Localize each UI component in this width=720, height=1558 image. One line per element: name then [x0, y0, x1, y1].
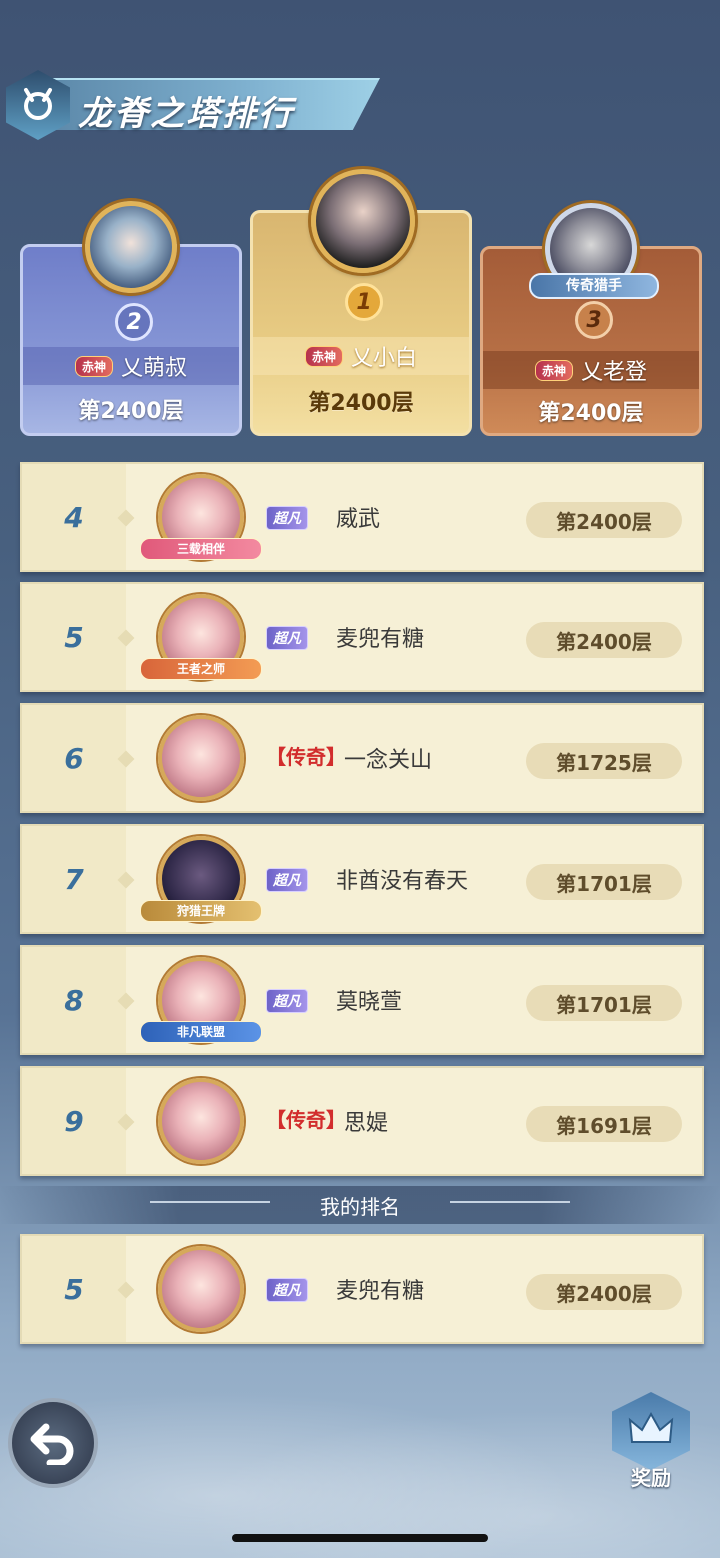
back-arrow-icon [30, 1423, 74, 1465]
player-name: 乂小白 [351, 346, 418, 371]
avatar[interactable] [85, 201, 177, 293]
floor-value: 第2400层 [308, 391, 414, 416]
rank-medal: 2 [115, 303, 153, 341]
list-item[interactable]: 6 【传奇】 一念关山 第1725层 [20, 703, 704, 813]
player-name: 乂萌叔 [121, 356, 188, 381]
list-item[interactable]: 7 狩猎王牌 超凡 非酋没有春天 第1701层 [20, 824, 704, 934]
floor-value: 第1691层 [526, 1106, 682, 1142]
tier-badge: 赤神 [534, 359, 573, 381]
podium-card-rank-2[interactable]: 2 赤神 乂萌叔 第2400层 [20, 201, 242, 436]
player-name: 莫晓萱 [336, 990, 403, 1015]
rank-number: 8 [64, 983, 84, 1017]
name-band: 赤神 乂小白 [253, 337, 469, 375]
tier-badge: 超凡 [266, 868, 308, 892]
tier-badge: 赤神 [74, 355, 113, 377]
rank-medal: 3 [575, 301, 613, 339]
list-item[interactable]: 4 三载相伴 超凡 威武 第2400层 [20, 462, 704, 572]
rank-number: 4 [64, 500, 84, 534]
floor-value: 第1701层 [526, 864, 682, 900]
player-name: 一念关山 [344, 748, 433, 773]
avatar-plate: 非凡联盟 [140, 1021, 262, 1043]
tier-badge: 超凡 [266, 1278, 308, 1302]
podium-card-rank-3[interactable]: 传奇猎手 3 赤神 乂老登 第2400层 [480, 203, 702, 436]
tier-badge: 【传奇】 [266, 745, 346, 769]
rank-number: 9 [64, 1104, 84, 1138]
tier-badge: 超凡 [266, 626, 308, 650]
rank-medal: 1 [345, 283, 383, 321]
floor-value: 第1701层 [526, 985, 682, 1021]
title-badge: 传奇猎手 [529, 273, 659, 299]
home-indicator[interactable] [232, 1534, 488, 1542]
avatar[interactable] [158, 1246, 244, 1332]
floor-value: 第2400层 [78, 399, 184, 424]
player-name: 麦兜有糖 [336, 627, 425, 652]
back-button[interactable] [8, 1398, 98, 1488]
player-name: 麦兜有糖 [336, 1279, 425, 1304]
my-rank-header: 我的排名 [0, 1186, 720, 1224]
name-band: 赤神 乂萌叔 [23, 347, 239, 385]
reward-button[interactable]: 奖励 [610, 1392, 692, 1490]
crown-icon [612, 1392, 690, 1470]
floor-value: 第1725层 [526, 743, 682, 779]
podium-card-rank-1[interactable]: 1 赤神 乂小白 第2400层 [250, 169, 472, 436]
tier-badge: 超凡 [266, 506, 308, 530]
player-name: 乂老登 [581, 360, 648, 385]
list-item[interactable]: 9 【传奇】 思媞 第1691层 [20, 1066, 704, 1176]
name-band: 赤神 乂老登 [483, 351, 699, 389]
rank-number: 7 [64, 862, 84, 896]
avatar-plate: 狩猎王牌 [140, 900, 262, 922]
floor-value: 第2400层 [526, 1274, 682, 1310]
floor-value: 第2400层 [526, 502, 682, 538]
avatar[interactable] [158, 1078, 244, 1164]
tier-badge: 赤神 [304, 345, 343, 367]
tier-badge: 【传奇】 [266, 1108, 346, 1132]
avatar[interactable] [311, 169, 415, 273]
avatar-plate: 王者之师 [140, 658, 262, 680]
divider [450, 1201, 570, 1203]
player-name: 非酋没有春天 [336, 869, 469, 894]
rank-number: 6 [64, 741, 84, 775]
divider [150, 1201, 270, 1203]
avatar-plate: 三载相伴 [140, 538, 262, 560]
list-item[interactable]: 5 王者之师 超凡 麦兜有糖 第2400层 [20, 582, 704, 692]
floor-value: 第2400层 [526, 622, 682, 658]
rank-number: 5 [64, 620, 84, 654]
my-rank-label: 我的排名 [320, 1194, 400, 1219]
reward-label: 奖励 [631, 1466, 671, 1490]
player-name: 思媞 [344, 1111, 389, 1136]
title-banner: 龙脊之塔排行 [0, 70, 390, 140]
list-item[interactable]: 8 非凡联盟 超凡 莫晓萱 第1701层 [20, 945, 704, 1055]
avatar[interactable] [158, 715, 244, 801]
my-rank-row[interactable]: 5 超凡 麦兜有糖 第2400层 [20, 1234, 704, 1344]
floor-value: 第2400层 [538, 401, 644, 426]
tier-badge: 超凡 [266, 989, 308, 1013]
rank-number: 5 [64, 1272, 84, 1306]
page-title: 龙脊之塔排行 [78, 94, 294, 134]
player-name: 威武 [336, 507, 381, 532]
